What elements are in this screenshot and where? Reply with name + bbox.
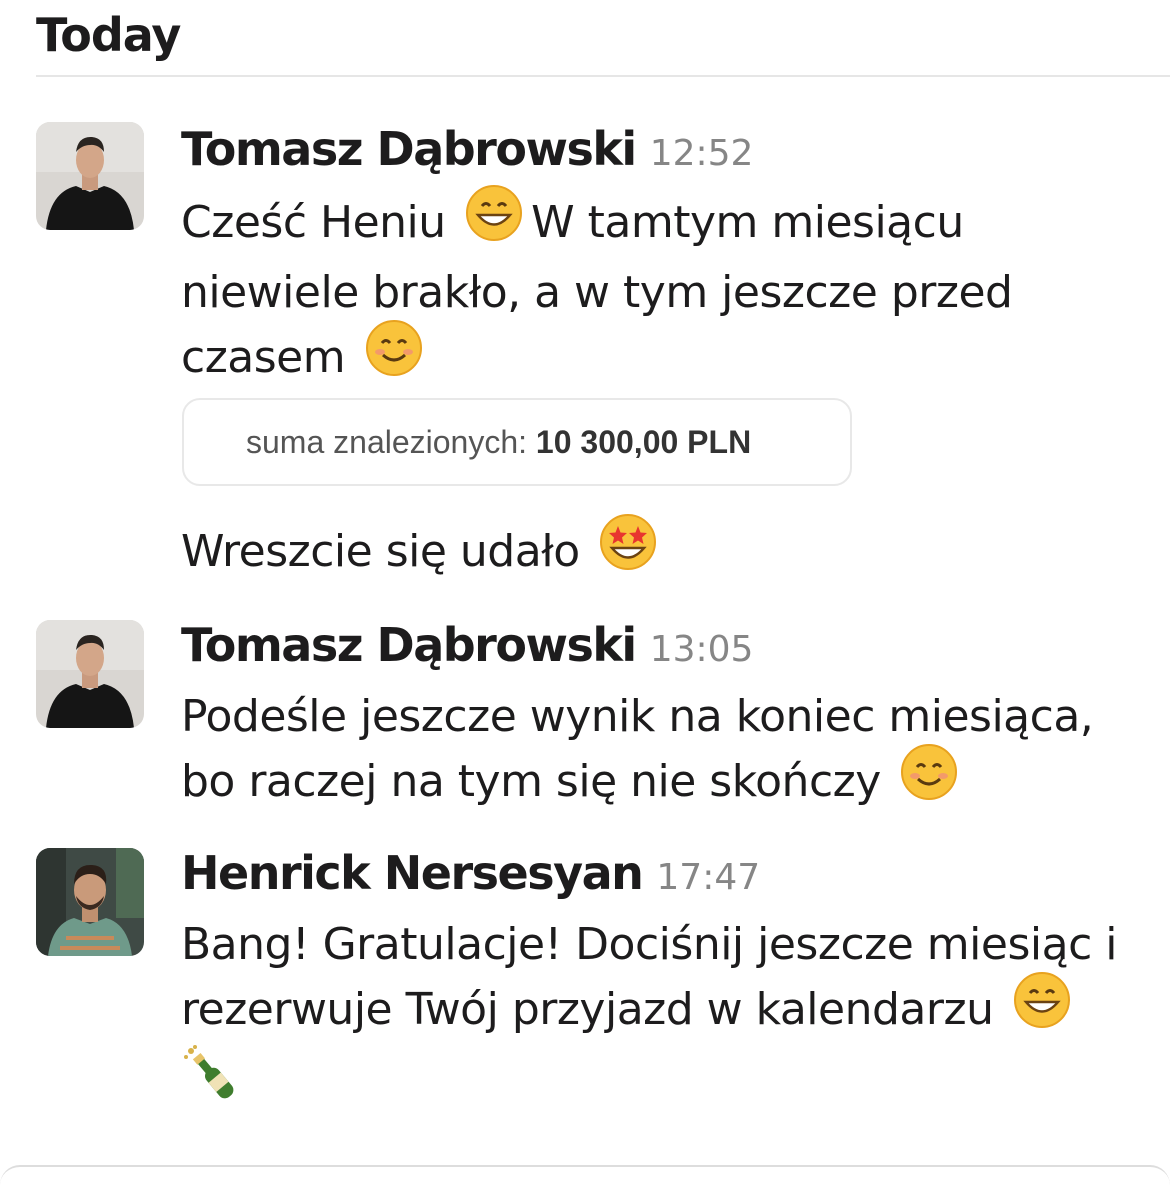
author-name[interactable]: Tomasz Dąbrowski [181, 122, 637, 176]
author-name[interactable]: Tomasz Dąbrowski [181, 618, 637, 672]
smiling-face-icon [365, 319, 423, 393]
timestamp[interactable]: 12:52 [650, 133, 754, 174]
champagne-bottle-icon [181, 1045, 243, 1123]
message-text: Cześć Heniu W tamtym miesiącu niewiele b… [181, 185, 1156, 397]
message-line: czasem [181, 332, 346, 383]
message-text: Podeśle jeszcze wynik na koniec miesiąca… [181, 686, 1156, 821]
timestamp[interactable]: 17:47 [656, 857, 760, 898]
message-header: Tomasz Dąbrowski 12:52 [181, 122, 753, 176]
timestamp[interactable]: 13:05 [650, 629, 754, 670]
message-line: Bang! Gratulacje! Dociśnij jeszcze miesi… [181, 919, 1117, 970]
message-header: Tomasz Dąbrowski 13:05 [181, 618, 753, 672]
message-line: bo raczej na tym się nie skończy [181, 756, 881, 807]
avatar[interactable] [36, 620, 144, 728]
smiling-face-icon [900, 743, 958, 817]
author-name[interactable]: Henrick Nersesyan [181, 846, 644, 900]
message-line: Cześć Heniu [181, 197, 446, 248]
message-line: Podeśle jeszcze wynik na koniec miesiąca… [181, 691, 1094, 742]
message-line: W tamtym miesiącu [531, 197, 964, 248]
avatar[interactable] [36, 122, 144, 230]
star-struck-icon [599, 513, 657, 587]
grinning-face-icon [1013, 971, 1071, 1045]
image-attachment[interactable]: suma znalezionych: 10 300,00 PLN [182, 398, 852, 486]
day-divider [36, 75, 1170, 77]
message-text: Wreszcie się udało [181, 514, 1156, 591]
day-header: Today [36, 8, 181, 62]
message-header: Henrick Nersesyan 17:47 [181, 846, 760, 900]
message-line: niewiele brakło, a w tym jeszcze przed [181, 267, 1013, 318]
grinning-face-icon [465, 184, 523, 258]
message-composer[interactable] [0, 1165, 1170, 1187]
avatar[interactable] [36, 848, 144, 956]
message-text: Bang! Gratulacje! Dociśnij jeszcze miesi… [181, 914, 1156, 1127]
attachment-label: suma znalezionych: [246, 424, 528, 460]
attachment-value: 10 300,00 PLN [535, 424, 752, 460]
message-line: rezerwuje Twój przyjazd w kalendarzu [181, 984, 994, 1035]
message-line: Wreszcie się udało [181, 526, 580, 577]
